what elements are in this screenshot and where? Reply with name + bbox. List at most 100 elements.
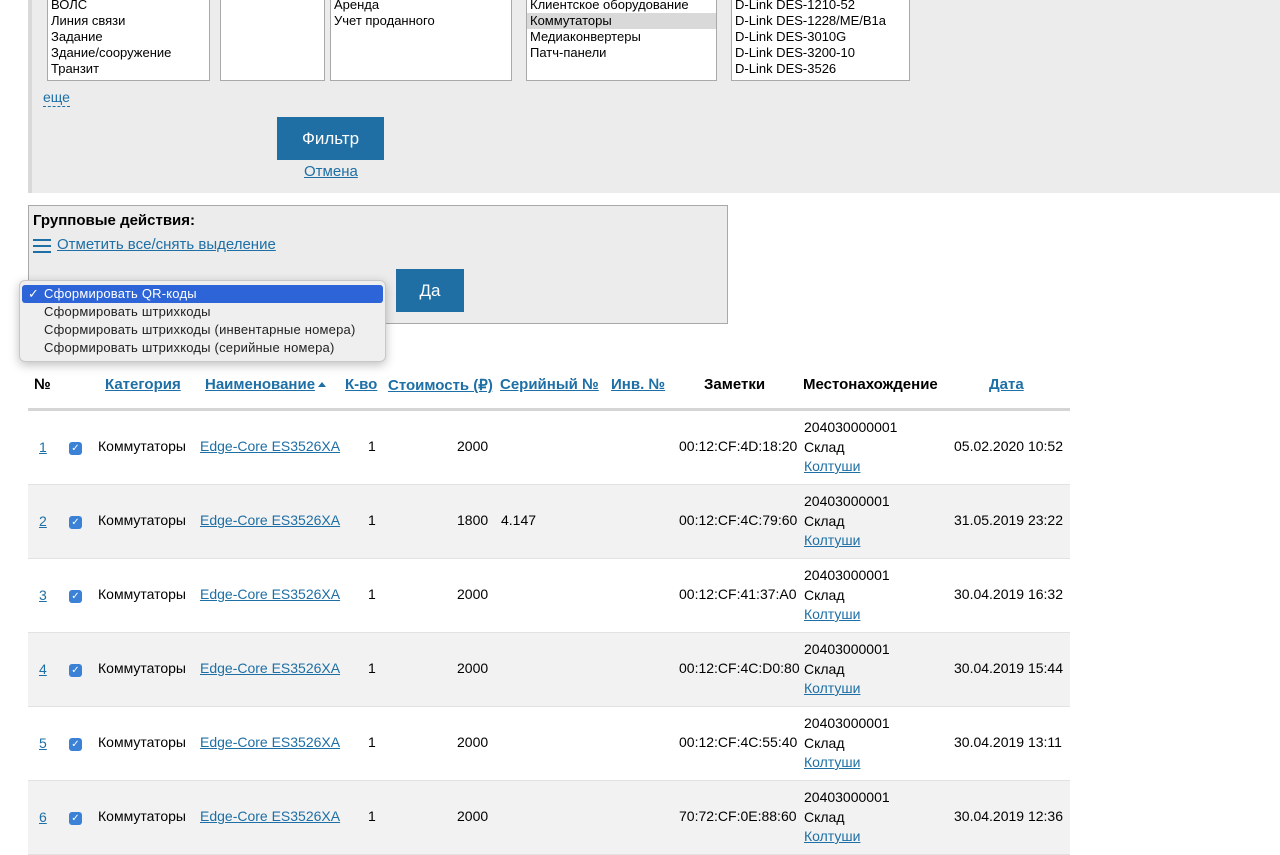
list-option[interactable]: Патч-панели bbox=[527, 45, 716, 61]
filter-panel: ВОЛС Линия связи Задание Здание/сооружен… bbox=[28, 0, 1280, 193]
table-row: 2 ✓ Коммутаторы Edge-Core ES3526XA 1 1800 4.14… bbox=[28, 485, 1070, 559]
row-notes: 70:72:CF:0E:88:60 bbox=[679, 808, 797, 824]
list-option[interactable]: D-Link DES-3200-10 bbox=[732, 45, 909, 61]
row-checkbox[interactable]: ✓ bbox=[69, 442, 82, 455]
row-cost: 2000 bbox=[457, 438, 489, 454]
submit-action-button[interactable]: Да bbox=[396, 269, 464, 312]
row-number-link[interactable]: 3 bbox=[39, 587, 47, 603]
row-notes: 00:12:CF:4C:55:40 bbox=[679, 734, 798, 750]
select-all-link[interactable]: Отметить все/снять выделение bbox=[57, 236, 276, 253]
filter-list-status[interactable]: Аренда Учет проданного bbox=[330, 0, 512, 81]
list-option[interactable]: Медиаконвертеры bbox=[527, 29, 716, 45]
sort-asc-icon bbox=[318, 382, 327, 387]
cancel-link[interactable]: Отмена bbox=[304, 163, 358, 180]
row-checkbox[interactable]: ✓ bbox=[69, 516, 82, 529]
row-cost: 1800 bbox=[457, 512, 489, 528]
row-location: 20403000001 Склад Колтуши bbox=[804, 566, 890, 625]
row-category: Коммутаторы bbox=[98, 438, 186, 454]
list-option[interactable]: Задание bbox=[48, 29, 209, 45]
row-category: Коммутаторы bbox=[98, 808, 186, 824]
table-row: 1 ✓ Коммутаторы Edge-Core ES3526XA 1 2000 00:1… bbox=[28, 411, 1070, 485]
dropdown-option[interactable]: Сформировать штрихкоды (инвентарные номе… bbox=[20, 321, 385, 339]
location-person-link[interactable]: Колтуши bbox=[804, 532, 860, 548]
row-name-link[interactable]: Edge-Core ES3526XA bbox=[200, 808, 340, 824]
list-option[interactable]: Клиентское оборудование bbox=[527, 0, 716, 13]
row-cost: 2000 bbox=[457, 808, 489, 824]
action-select-dropdown[interactable]: ✓ Сформировать QR-коды Сформировать штри… bbox=[19, 280, 386, 362]
row-number-link[interactable]: 1 bbox=[39, 439, 47, 455]
filter-button[interactable]: Фильтр bbox=[277, 117, 384, 160]
dropdown-option[interactable]: Сформировать штрихкоды (серийные номера) bbox=[20, 339, 385, 357]
row-number-link[interactable]: 2 bbox=[39, 513, 47, 529]
list-option[interactable]: D-Link DES-1228/ME/B1a bbox=[732, 13, 909, 29]
row-name-link[interactable]: Edge-Core ES3526XA bbox=[200, 734, 340, 750]
dropdown-option-label: Сформировать QR-коды bbox=[44, 286, 197, 301]
row-name-link[interactable]: Edge-Core ES3526XA bbox=[200, 586, 340, 602]
list-option[interactable]: D-Link DES-1210-52 bbox=[732, 0, 909, 13]
list-menu-icon bbox=[33, 239, 51, 253]
list-option[interactable]: Учет проданного bbox=[331, 13, 511, 29]
filter-list-empty[interactable] bbox=[220, 0, 325, 81]
filter-list-category[interactable]: Клиентское оборудование Коммутаторы Меди… bbox=[526, 0, 717, 81]
row-checkbox[interactable]: ✓ bbox=[69, 738, 82, 751]
row-checkbox[interactable]: ✓ bbox=[69, 664, 82, 677]
list-option[interactable]: D-Link DES-3526 bbox=[732, 61, 909, 77]
row-cost: 2000 bbox=[457, 586, 489, 602]
more-link[interactable]: еще bbox=[43, 89, 70, 107]
location-place: Склад bbox=[804, 438, 845, 455]
row-serial: 4.147 bbox=[501, 512, 537, 528]
row-name-link[interactable]: Edge-Core ES3526XA bbox=[200, 438, 340, 454]
list-option[interactable]: Линия связи bbox=[48, 13, 209, 29]
location-code: 20403000001 bbox=[804, 567, 890, 583]
row-date: 30.04.2019 15:44 bbox=[954, 660, 1063, 676]
group-actions-title: Групповые действия: bbox=[33, 212, 196, 229]
row-number-link[interactable]: 5 bbox=[39, 735, 47, 751]
header-date[interactable]: Дата bbox=[989, 376, 1024, 393]
list-option[interactable]: Аренда bbox=[331, 0, 511, 13]
list-option-selected[interactable]: Коммутаторы bbox=[527, 13, 716, 29]
header-serial[interactable]: Серийный № bbox=[500, 376, 599, 393]
row-date: 05.02.2020 10:52 bbox=[954, 438, 1063, 454]
checkmark-icon: ✓ bbox=[28, 286, 40, 301]
row-location: 20403000001 Склад Колтуши bbox=[804, 788, 890, 847]
location-person-link[interactable]: Колтуши bbox=[804, 458, 860, 474]
location-person-link[interactable]: Колтуши bbox=[804, 606, 860, 622]
list-option[interactable]: ВОЛС bbox=[48, 0, 209, 13]
dropdown-option-label: Сформировать штрихкоды (инвентарные номе… bbox=[44, 322, 356, 337]
row-name-link[interactable]: Edge-Core ES3526XA bbox=[200, 512, 340, 528]
row-date: 30.04.2019 12:36 bbox=[954, 808, 1063, 824]
location-person-link[interactable]: Колтуши bbox=[804, 828, 860, 844]
row-number-link[interactable]: 6 bbox=[39, 809, 47, 825]
header-name[interactable]: Наименование bbox=[205, 376, 327, 393]
table-row: 6 ✓ Коммутаторы Edge-Core ES3526XA 1 2000 70:7… bbox=[28, 781, 1070, 855]
filter-list-type[interactable]: ВОЛС Линия связи Задание Здание/сооружен… bbox=[47, 0, 210, 81]
location-person-link[interactable]: Колтуши bbox=[804, 754, 860, 770]
row-checkbox[interactable]: ✓ bbox=[69, 812, 82, 825]
list-option[interactable]: Транзит bbox=[48, 61, 209, 77]
filter-list-model[interactable]: D-Link DES-1210-52 D-Link DES-1228/ME/B1… bbox=[731, 0, 910, 81]
location-code: 20403000001 bbox=[804, 641, 890, 657]
row-checkbox[interactable]: ✓ bbox=[69, 590, 82, 603]
list-option[interactable]: D-Link DES-3010G bbox=[732, 29, 909, 45]
dropdown-option-label: Сформировать штрихкоды bbox=[44, 304, 211, 319]
dropdown-option[interactable]: Сформировать штрихкоды bbox=[20, 303, 385, 321]
dropdown-option-selected[interactable]: ✓ Сформировать QR-коды bbox=[22, 285, 383, 303]
header-inv[interactable]: Инв. № bbox=[611, 376, 665, 393]
dropdown-option-label: Сформировать штрихкоды (серийные номера) bbox=[44, 340, 335, 355]
list-option[interactable]: Здание/сооружение bbox=[48, 45, 209, 61]
location-place: Склад bbox=[804, 734, 845, 751]
row-name-link[interactable]: Edge-Core ES3526XA bbox=[200, 660, 340, 676]
location-place: Склад bbox=[804, 808, 845, 825]
row-location: 20403000001 Склад Колтуши bbox=[804, 714, 890, 773]
location-code: 204030000001 bbox=[804, 419, 898, 435]
row-notes: 00:12:CF:41:37:A0 bbox=[679, 586, 797, 602]
row-qty: 1 bbox=[368, 512, 376, 528]
header-category[interactable]: Категория bbox=[105, 376, 181, 393]
row-location: 204030000001 Склад Колтуши bbox=[804, 418, 897, 477]
row-location: 20403000001 Склад Колтуши bbox=[804, 492, 890, 551]
header-qty[interactable]: К-во bbox=[345, 376, 377, 393]
location-person-link[interactable]: Колтуши bbox=[804, 680, 860, 696]
header-cost[interactable]: Стоимость (₽) bbox=[388, 376, 493, 394]
row-number-link[interactable]: 4 bbox=[39, 661, 47, 677]
location-code: 20403000001 bbox=[804, 789, 890, 805]
